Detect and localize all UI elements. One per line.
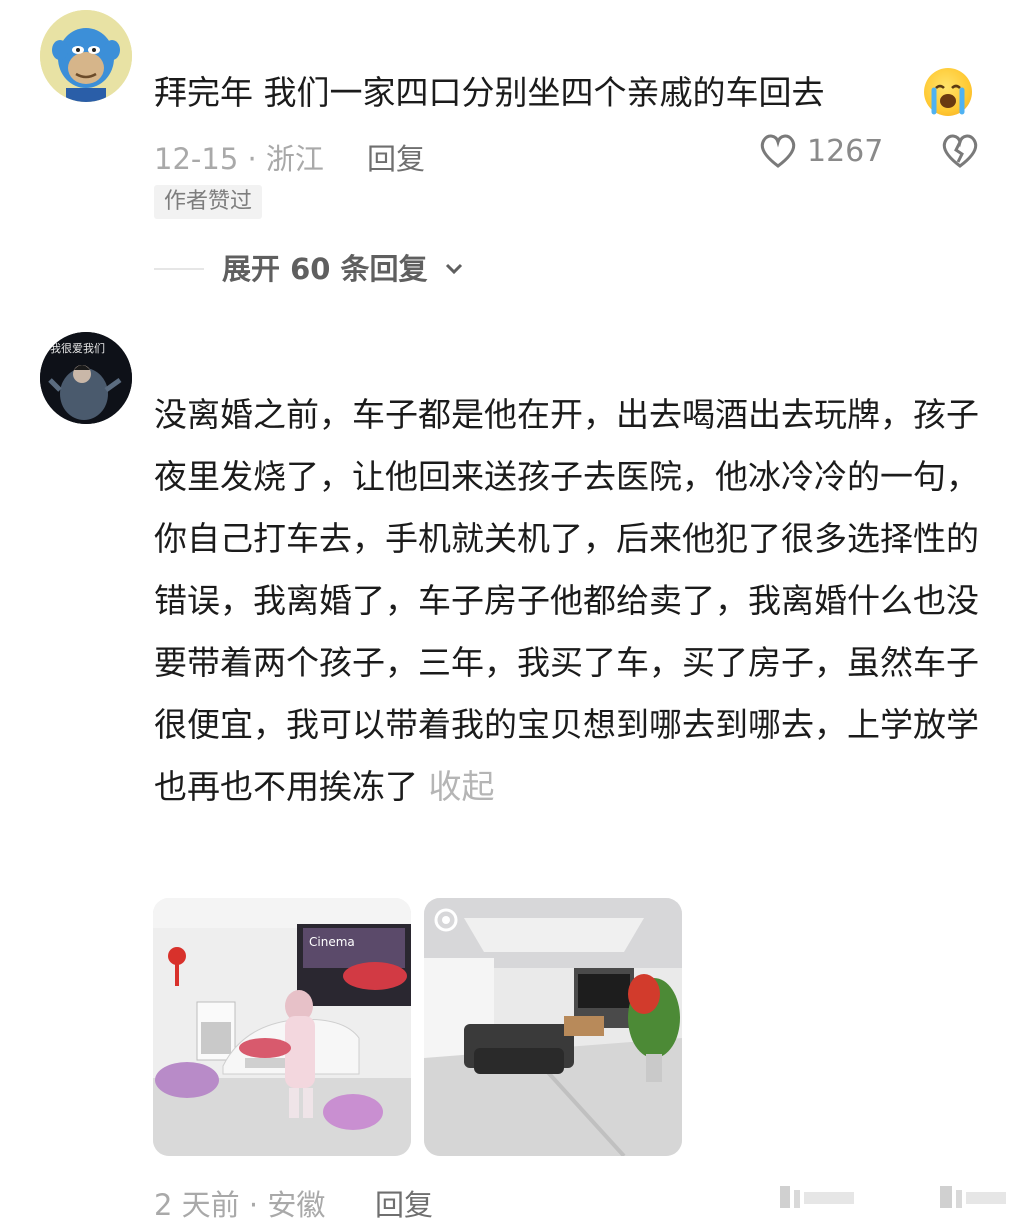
comment-date-location: 2 天前 · 安徽 <box>154 1188 326 1222</box>
banner-text: Cinema <box>309 935 355 949</box>
like-count: 1267 <box>807 134 884 169</box>
avatar[interactable] <box>40 10 132 102</box>
avatar[interactable]: 我很爱我们 <box>40 332 132 424</box>
broken-heart-icon[interactable] <box>940 132 980 174</box>
comment-text: 拜完年 我们一家四口分别坐四个亲戚的车回去 <box>154 73 825 112</box>
comment-date-location: 12-15 · 浙江 <box>154 142 324 176</box>
watermark <box>780 1182 860 1212</box>
expand-replies-button[interactable]: 展开 60 条回复 <box>222 246 462 288</box>
reply-button[interactable]: 回复 <box>367 136 425 178</box>
comment-text: 没离婚之前，车子都是他在开，出去喝酒出去玩牌，孩子夜里发烧了，让他回来送孩子去医… <box>154 384 984 818</box>
living-room-photo[interactable] <box>424 898 682 1156</box>
expand-replies-label: 展开 60 条回复 <box>222 252 428 286</box>
author-liked-badge: 作者赞过 <box>154 185 263 219</box>
collapse-button[interactable]: 收起 <box>429 767 495 806</box>
car-dealership-photo[interactable]: Cinema <box>153 898 411 1156</box>
divider <box>154 268 204 270</box>
loudly-crying-face-icon <box>924 68 972 116</box>
watermark <box>940 1182 1010 1212</box>
reply-button[interactable]: 回复 <box>375 1182 433 1224</box>
comment-body: 没离婚之前，车子都是他在开，出去喝酒出去玩牌，孩子夜里发烧了，让他回来送孩子去医… <box>154 395 979 806</box>
chevron-down-icon <box>444 249 464 283</box>
heart-outline-icon[interactable] <box>758 132 798 174</box>
avatar-caption: 我很爱我们 <box>50 341 105 355</box>
